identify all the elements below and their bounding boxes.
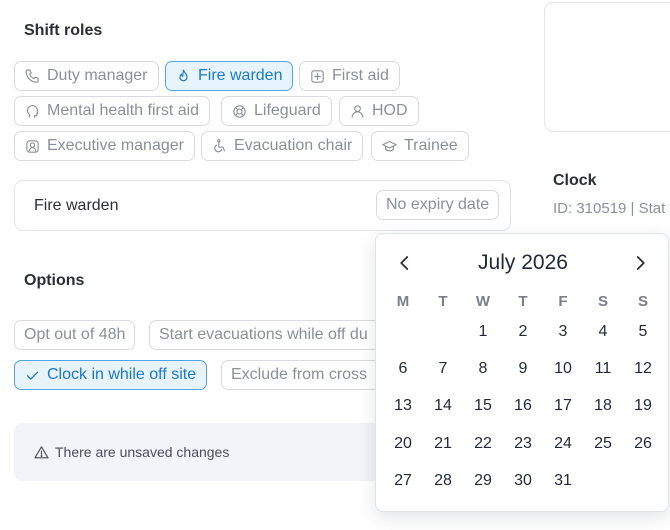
chip-label: Clock in while off site bbox=[47, 366, 197, 383]
chip-executive-manager[interactable]: Executive manager bbox=[14, 131, 195, 161]
weekday-header: S bbox=[637, 292, 648, 310]
calendar-day[interactable]: 18 bbox=[583, 388, 623, 425]
chip-evacuation-chair[interactable]: Evacuation chair bbox=[201, 131, 364, 161]
options-title: Options bbox=[24, 272, 85, 289]
calendar-day[interactable]: 17 bbox=[543, 388, 583, 425]
calendar-day[interactable]: 27 bbox=[383, 462, 423, 499]
chip-label: First aid bbox=[332, 67, 389, 84]
calendar-day[interactable]: 6 bbox=[383, 350, 423, 387]
calendar-day[interactable]: 10 bbox=[543, 350, 583, 387]
chip-label: HOD bbox=[372, 102, 408, 119]
check-icon bbox=[26, 371, 39, 380]
option-clock-in-off-site[interactable]: Clock in while off site bbox=[14, 360, 208, 390]
user-square-icon bbox=[26, 139, 39, 153]
graduation-cap-icon bbox=[382, 140, 397, 151]
calendar-day[interactable]: 14 bbox=[423, 388, 463, 425]
chip-lifeguard[interactable]: Lifeguard bbox=[221, 96, 332, 126]
calendar-empty-cell bbox=[423, 313, 463, 350]
chip-label: Mental health first aid bbox=[47, 102, 200, 119]
calendar-day[interactable]: 3 bbox=[543, 313, 583, 350]
calendar-day[interactable]: 9 bbox=[503, 350, 543, 387]
calendar-day[interactable]: 2 bbox=[503, 313, 543, 350]
weekday-header: W bbox=[475, 292, 491, 310]
calendar-grid: M T W T F S S 1 2 3 4 5 6 7 8 9 10 11 12 13 14 15 16 17 18 19 20 21… bbox=[383, 289, 663, 499]
calendar-day[interactable]: 22 bbox=[463, 425, 503, 462]
calendar-day[interactable]: 20 bbox=[383, 425, 423, 462]
calendar-day[interactable]: 19 bbox=[623, 388, 663, 425]
chip-label: Exclude from cross bbox=[231, 366, 368, 383]
wheelchair-icon bbox=[214, 138, 226, 152]
calendar-day[interactable]: 25 bbox=[583, 425, 623, 462]
calendar-day[interactable]: 21 bbox=[423, 425, 463, 462]
calendar-day[interactable]: 28 bbox=[423, 462, 463, 499]
calendar-day[interactable]: 5 bbox=[623, 313, 663, 350]
banner-text: There are unsaved changes bbox=[55, 444, 230, 460]
plus-square-icon bbox=[311, 69, 324, 83]
calendar-day[interactable]: 24 bbox=[543, 425, 583, 462]
calendar-day[interactable]: 4 bbox=[583, 313, 623, 350]
chip-hod[interactable]: HOD bbox=[339, 96, 419, 126]
calendar-day[interactable]: 11 bbox=[583, 350, 623, 387]
lifebuoy-icon bbox=[233, 104, 246, 118]
chip-trainee[interactable]: Trainee bbox=[371, 131, 469, 161]
info-panel bbox=[544, 2, 670, 132]
chip-label: Fire warden bbox=[198, 67, 283, 84]
calendar-day[interactable]: 16 bbox=[503, 388, 543, 425]
warning-triangle-icon bbox=[34, 445, 49, 458]
calendar-day[interactable]: 8 bbox=[463, 350, 503, 387]
weekday-header: M bbox=[396, 292, 410, 310]
chip-label: Evacuation chair bbox=[234, 137, 353, 154]
calendar-day[interactable]: 1 bbox=[463, 313, 503, 350]
calendar-day[interactable]: 29 bbox=[463, 462, 503, 499]
chip-duty-manager[interactable]: Duty manager bbox=[14, 61, 159, 91]
calendar-empty-cell bbox=[383, 313, 423, 350]
chip-label: Lifeguard bbox=[254, 102, 321, 119]
calendar-day[interactable]: 13 bbox=[383, 388, 423, 425]
phone-icon bbox=[25, 69, 39, 83]
user-icon bbox=[351, 104, 364, 118]
clock-title: Clock bbox=[553, 172, 597, 189]
weekday-header: F bbox=[558, 292, 568, 310]
date-picker-popover: July 2026 M T W T F S S 1 2 3 4 5 6 7 8 9 10 11 12 13 14 15 16… bbox=[375, 233, 669, 512]
option-opt-out-48h[interactable]: Opt out of 48h bbox=[14, 320, 136, 350]
next-month-button[interactable] bbox=[629, 252, 651, 274]
expiry-date-button[interactable]: No expiry date bbox=[376, 190, 500, 220]
chip-label: Start evacuations while off du bbox=[159, 326, 368, 343]
role-card-fire-warden: Fire warden No expiry date bbox=[14, 180, 511, 231]
calendar-day[interactable]: 30 bbox=[503, 462, 543, 499]
chip-label: Duty manager bbox=[47, 67, 148, 84]
calendar-day[interactable]: 26 bbox=[623, 425, 663, 462]
chip-label: Opt out of 48h bbox=[24, 326, 126, 343]
chip-first-aid[interactable]: First aid bbox=[299, 61, 400, 91]
role-card-label: Fire warden bbox=[34, 197, 119, 214]
calendar-day[interactable]: 15 bbox=[463, 388, 503, 425]
head-icon bbox=[26, 104, 39, 118]
shift-roles-title: Shift roles bbox=[24, 22, 103, 39]
calendar-day[interactable]: 31 bbox=[543, 462, 583, 499]
calendar-month-label: July 2026 bbox=[478, 251, 568, 274]
clock-id: ID: 310519 | Stat bbox=[553, 200, 666, 217]
weekday-header: S bbox=[597, 292, 608, 310]
calendar-day[interactable]: 23 bbox=[503, 425, 543, 462]
chip-label: Executive manager bbox=[47, 137, 184, 154]
weekday-header: T bbox=[518, 292, 528, 310]
calendar-day[interactable]: 7 bbox=[423, 350, 463, 387]
weekday-header: T bbox=[438, 292, 448, 310]
flame-icon bbox=[179, 69, 188, 81]
calendar-day[interactable]: 12 bbox=[623, 350, 663, 387]
chevron-right-icon bbox=[636, 256, 645, 270]
chip-fire-warden[interactable]: Fire warden bbox=[165, 61, 294, 91]
chip-mental-health-first-aid[interactable]: Mental health first aid bbox=[14, 96, 211, 126]
option-start-evacuations-off-duty[interactable]: Start evacuations while off du bbox=[149, 320, 389, 350]
option-exclude-from-cross[interactable]: Exclude from cross bbox=[221, 360, 391, 390]
chip-label: Trainee bbox=[404, 137, 458, 154]
